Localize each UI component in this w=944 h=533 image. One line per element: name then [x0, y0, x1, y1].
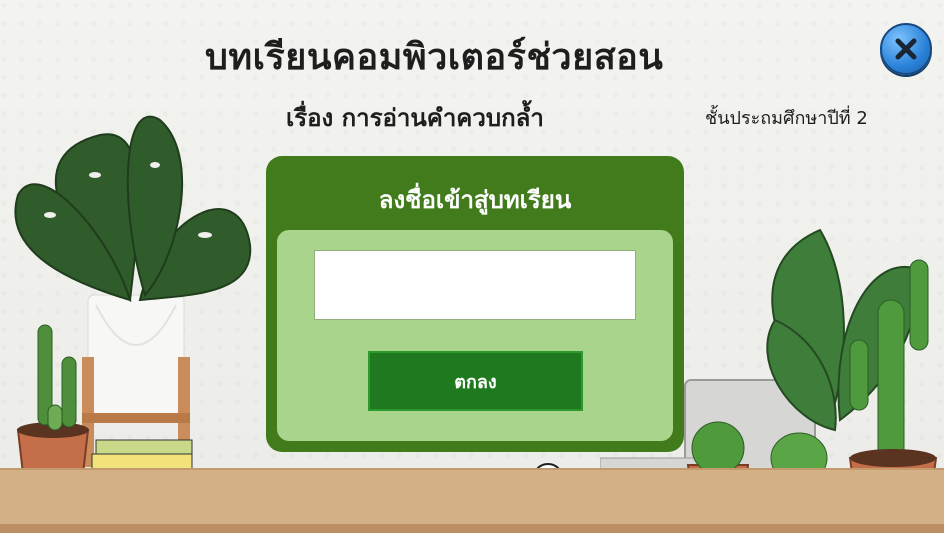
login-panel: ลงชื่อเข้าสู่บทเรียน ตกลง [266, 156, 684, 452]
login-form: ตกลง [277, 230, 673, 441]
lesson-login-screen: บทเรียนคอมพิวเตอร์ช่วยสอน เรื่อง การอ่าน… [0, 0, 944, 533]
grade-level: ชั้นประถมศึกษาปีที่ 2 [705, 108, 868, 129]
login-heading: ลงชื่อเข้าสู่บทเรียน [378, 186, 572, 214]
name-input[interactable] [314, 250, 636, 320]
ok-button[interactable]: ตกลง [368, 351, 583, 411]
desk-edge [0, 524, 944, 533]
lesson-title: บทเรียนคอมพิวเตอร์ช่วยสอน [205, 37, 664, 78]
close-button[interactable] [880, 23, 932, 75]
lesson-subtitle: เรื่อง การอ่านคำควบกล้ำ [286, 104, 544, 132]
close-icon [895, 38, 917, 60]
